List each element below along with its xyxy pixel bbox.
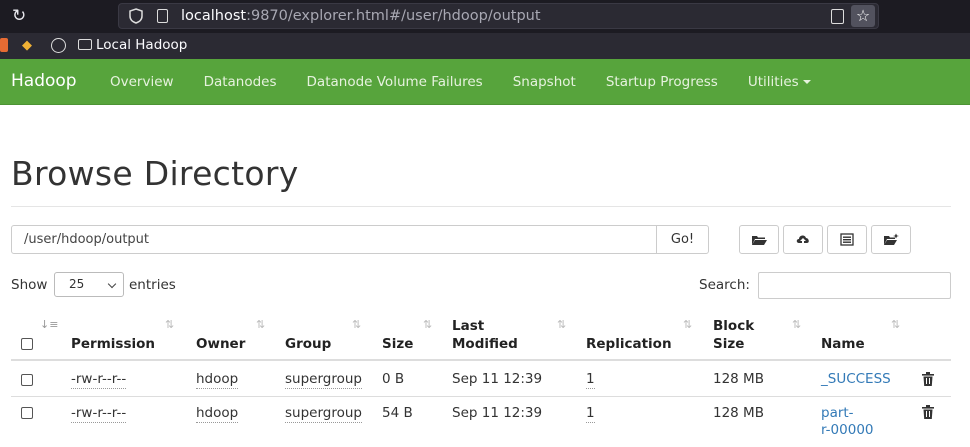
- sort-icon[interactable]: ⇅: [165, 318, 174, 331]
- sort-icon[interactable]: ⇅: [891, 318, 900, 331]
- cell-permission[interactable]: -rw-r--r--: [71, 405, 127, 423]
- search-label: Search:: [699, 277, 750, 293]
- divider: [11, 206, 951, 207]
- url-text[interactable]: localhost:9870/explorer.html#/user/hdoop…: [181, 8, 541, 24]
- show-label: Show: [11, 277, 48, 293]
- row-checkbox[interactable]: [21, 407, 33, 419]
- col-block-size[interactable]: Block Size: [713, 317, 754, 353]
- sort-icon[interactable]: ⇅: [423, 318, 432, 331]
- shield-icon[interactable]: [129, 8, 143, 24]
- cell-owner[interactable]: hdoop: [196, 371, 239, 389]
- star-icon[interactable]: ☆: [851, 5, 875, 27]
- new-folder-icon: [883, 233, 899, 245]
- folder-icon: [78, 39, 92, 50]
- reader-icon[interactable]: [831, 9, 844, 24]
- cell-group[interactable]: supergroup: [285, 371, 362, 389]
- table-row: -rw-r--r-- hdoop supergroup 0 B Sep 11 1…: [11, 363, 951, 397]
- folder-icon: [752, 235, 767, 245]
- chevron-down-icon: [107, 279, 117, 289]
- sort-icon[interactable]: ⇅: [792, 318, 801, 331]
- main-content: Browse Directory Go! Show 2: [0, 105, 970, 447]
- entries-label: entries: [129, 277, 176, 293]
- upload-button[interactable]: [783, 225, 823, 254]
- cell-group[interactable]: supergroup: [285, 405, 362, 423]
- bookmarks-bar: ◆ Local Hadoop: [0, 33, 970, 59]
- file-name-link[interactable]: part-r-00000: [821, 405, 874, 439]
- cell-block-size: 128 MB: [713, 371, 764, 387]
- select-all-checkbox[interactable]: [21, 338, 33, 350]
- col-group[interactable]: Group: [285, 335, 331, 353]
- go-button[interactable]: Go!: [656, 225, 709, 254]
- col-permission[interactable]: Permission: [71, 335, 155, 353]
- url-bar[interactable]: localhost:9870/explorer.html#/user/hdoop…: [118, 3, 879, 29]
- row-checkbox[interactable]: [21, 374, 33, 386]
- upload-icon: [796, 235, 809, 245]
- list-icon: [840, 233, 854, 246]
- hadoop-navbar: Hadoop Overview Datanodes Datanode Volum…: [0, 59, 970, 105]
- globe-icon[interactable]: [51, 38, 66, 53]
- col-name[interactable]: Name: [821, 335, 865, 353]
- sort-asc-icon[interactable]: ↓≡: [40, 318, 58, 331]
- cell-replication[interactable]: 1: [586, 405, 595, 423]
- sort-icon[interactable]: ⇅: [683, 318, 692, 331]
- cell-permission[interactable]: -rw-r--r--: [71, 371, 127, 389]
- nav-overview[interactable]: Overview: [95, 59, 189, 105]
- caret-down-icon: [802, 80, 811, 84]
- nav-utilities[interactable]: Utilities: [733, 59, 826, 105]
- page-icon: [157, 9, 168, 23]
- col-size[interactable]: Size: [382, 335, 413, 353]
- cell-modified: Sep 11 12:39: [452, 405, 543, 421]
- brand[interactable]: Hadoop: [11, 71, 77, 91]
- table-row: -rw-r--r-- hdoop supergroup 54 B Sep 11 …: [11, 397, 951, 447]
- bookmark-folder[interactable]: Local Hadoop: [78, 37, 187, 53]
- bookmark-icon[interactable]: ◆: [22, 38, 34, 53]
- nav-snapshot[interactable]: Snapshot: [498, 59, 591, 105]
- cell-replication[interactable]: 1: [586, 371, 595, 389]
- path-form: Go!: [11, 225, 709, 254]
- bookmark-icon[interactable]: [0, 38, 8, 52]
- cell-size: 0 B: [382, 371, 405, 387]
- reload-icon[interactable]: ↻: [12, 6, 26, 26]
- sort-icon[interactable]: ⇅: [557, 318, 566, 331]
- col-replication[interactable]: Replication: [586, 335, 672, 353]
- col-last-modified[interactable]: Last Modified: [452, 317, 518, 353]
- nav-datanodes[interactable]: Datanodes: [189, 59, 292, 105]
- nav-startup-progress[interactable]: Startup Progress: [591, 59, 733, 105]
- cell-size: 54 B: [382, 405, 413, 421]
- sort-icon[interactable]: ⇅: [352, 318, 361, 331]
- cell-modified: Sep 11 12:39: [452, 371, 543, 387]
- cell-block-size: 128 MB: [713, 405, 764, 421]
- nav-volume-failures[interactable]: Datanode Volume Failures: [292, 59, 498, 105]
- file-name-link[interactable]: _SUCCESS: [821, 371, 891, 388]
- entries-select[interactable]: 25: [54, 272, 124, 297]
- col-owner[interactable]: Owner: [196, 335, 245, 353]
- folder-button[interactable]: [739, 225, 779, 254]
- search-input[interactable]: [758, 272, 951, 299]
- path-input[interactable]: [11, 225, 657, 254]
- page-title: Browse Directory: [11, 154, 299, 193]
- browser-toolbar: ↻ localhost:9870/explorer.html#/user/hdo…: [0, 0, 970, 33]
- nav-links: Overview Datanodes Datanode Volume Failu…: [95, 59, 826, 105]
- trash-icon[interactable]: [922, 372, 934, 386]
- sort-icon[interactable]: ⇅: [256, 318, 265, 331]
- cell-owner[interactable]: hdoop: [196, 405, 239, 423]
- trash-icon[interactable]: [922, 405, 934, 419]
- new-folder-button[interactable]: [871, 225, 911, 254]
- list-button[interactable]: [827, 225, 867, 254]
- table-header: ↓≡ Permission ⇅ Owner ⇅ Group ⇅ Size ⇅ L…: [11, 309, 951, 361]
